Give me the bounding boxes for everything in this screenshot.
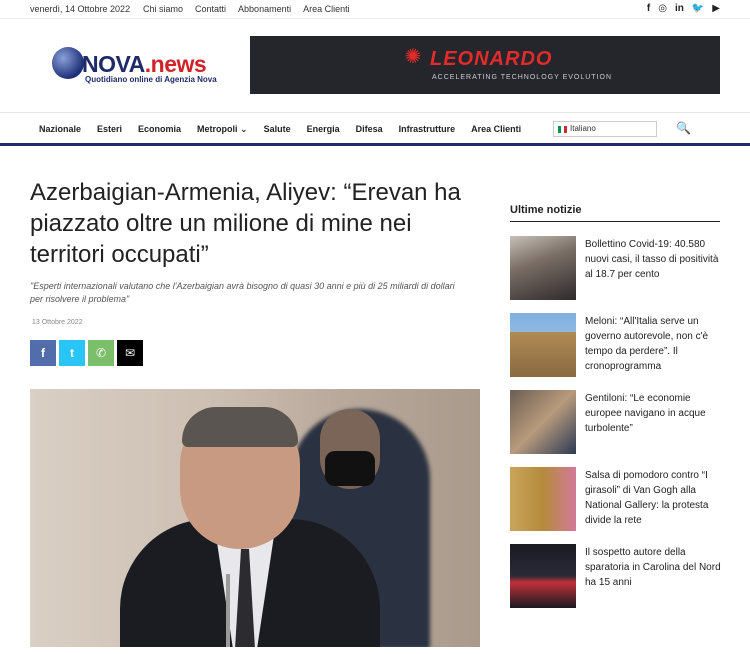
sidebar-news-item[interactable]: Bollettino Covid-19: 40.580 nuovi casi, … — [510, 236, 720, 302]
news-title[interactable]: Bollettino Covid-19: 40.580 nuovi casi, … — [585, 237, 721, 282]
logo-wordmark: NOVA.news — [82, 51, 207, 78]
leonardo-logo-icon: ✺ — [404, 46, 422, 68]
nav-item-metropoli[interactable]: Metropoli ⌄ — [197, 124, 248, 135]
italy-flag-icon — [558, 126, 567, 133]
news-thumbnail[interactable] — [510, 390, 576, 454]
linkedin-icon[interactable]: in — [675, 3, 684, 14]
instagram-icon[interactable]: ◎ — [658, 3, 667, 14]
article-date: 13 Ottobre 2022 — [32, 319, 83, 326]
article-subtitle: "Esperti internazionali valutano che l'A… — [30, 281, 455, 304]
sidebar-title: Ultime notizie — [510, 204, 720, 222]
news-title[interactable]: Meloni: “All'Italia serve un governo aut… — [585, 314, 721, 374]
news-title[interactable]: Gentiloni: “Le economie europee navigano… — [585, 391, 721, 436]
social-links: f ◎ in 🐦 ▶ — [647, 3, 720, 14]
banner-brand: LEONARDO — [430, 48, 553, 70]
share-email-button[interactable]: ✉ — [117, 340, 143, 366]
search-icon[interactable]: 🔍 — [676, 121, 691, 135]
news-thumbnail[interactable] — [510, 467, 576, 531]
news-thumbnail[interactable] — [510, 313, 576, 377]
share-twitter-button[interactable]: t — [59, 340, 85, 366]
sidebar-news-item[interactable]: Gentiloni: “Le economie europee navigano… — [510, 390, 720, 456]
language-select[interactable]: Italiano — [553, 121, 657, 137]
nav-item-difesa[interactable]: Difesa — [356, 124, 383, 135]
top-link-contatti[interactable]: Contatti — [195, 4, 226, 14]
top-bar: venerdì, 14 Ottobre 2022 Chi siamo Conta… — [0, 0, 750, 19]
facebook-icon[interactable]: f — [647, 3, 650, 14]
top-link-area-clienti[interactable]: Area Clienti — [303, 4, 350, 14]
nav-item-infrastrutture[interactable]: Infrastrutture — [399, 124, 456, 135]
banner-claim: ACCELERATING TECHNOLOGY EVOLUTION — [432, 74, 613, 81]
logo-name-news: .news — [144, 51, 207, 77]
nav-items: Nazionale Esteri Economia Metropoli ⌄ Sa… — [39, 124, 537, 135]
share-buttons: f t ✆ ✉ — [30, 340, 143, 366]
main-nav: Nazionale Esteri Economia Metropoli ⌄ Sa… — [0, 112, 750, 146]
article-photo — [30, 389, 480, 647]
nav-item-nazionale[interactable]: Nazionale — [39, 124, 81, 135]
news-title[interactable]: Salsa di pomodoro contro “I girasoli” di… — [585, 468, 721, 528]
current-date: venerdì, 14 Ottobre 2022 — [30, 4, 131, 14]
nav-item-economia[interactable]: Economia — [138, 124, 181, 135]
youtube-icon[interactable]: ▶ — [712, 3, 720, 14]
sidebar-news-item[interactable]: Meloni: “All'Italia serve un governo aut… — [510, 313, 720, 379]
news-title[interactable]: Il sospetto autore della sparatoria in C… — [585, 545, 721, 590]
top-link-chi-siamo[interactable]: Chi siamo — [143, 4, 183, 14]
logo-name-nova: NOVA — [82, 51, 145, 77]
share-facebook-button[interactable]: f — [30, 340, 56, 366]
share-whatsapp-button[interactable]: ✆ — [88, 340, 114, 366]
top-links: Chi siamo Contatti Abbonamenti Area Clie… — [143, 4, 350, 14]
nav-item-salute[interactable]: Salute — [264, 124, 291, 135]
site-logo[interactable]: NOVA.news Quotidiano online di Agenzia N… — [52, 45, 232, 90]
nav-item-esteri[interactable]: Esteri — [97, 124, 122, 135]
globe-icon — [52, 47, 84, 79]
language-label: Italiano — [570, 124, 596, 133]
article-headline: Azerbaigian-Armenia, Aliyev: “Erevan ha … — [30, 179, 461, 268]
nav-item-energia[interactable]: Energia — [307, 124, 340, 135]
news-thumbnail[interactable] — [510, 544, 576, 608]
top-link-abbonamenti[interactable]: Abbonamenti — [238, 4, 291, 14]
twitter-icon[interactable]: 🐦 — [692, 3, 704, 14]
logo-tagline: Quotidiano online di Agenzia Nova — [85, 75, 217, 84]
sidebar-news-item[interactable]: Salsa di pomodoro contro “I girasoli” di… — [510, 467, 720, 533]
sidebar-news-item[interactable]: Il sospetto autore della sparatoria in C… — [510, 544, 721, 610]
nav-item-area-clienti[interactable]: Area Clienti — [471, 124, 521, 135]
ad-banner[interactable]: ✺ LEONARDO ACCELERATING TECHNOLOGY EVOLU… — [250, 36, 720, 94]
news-thumbnail[interactable] — [510, 236, 576, 300]
